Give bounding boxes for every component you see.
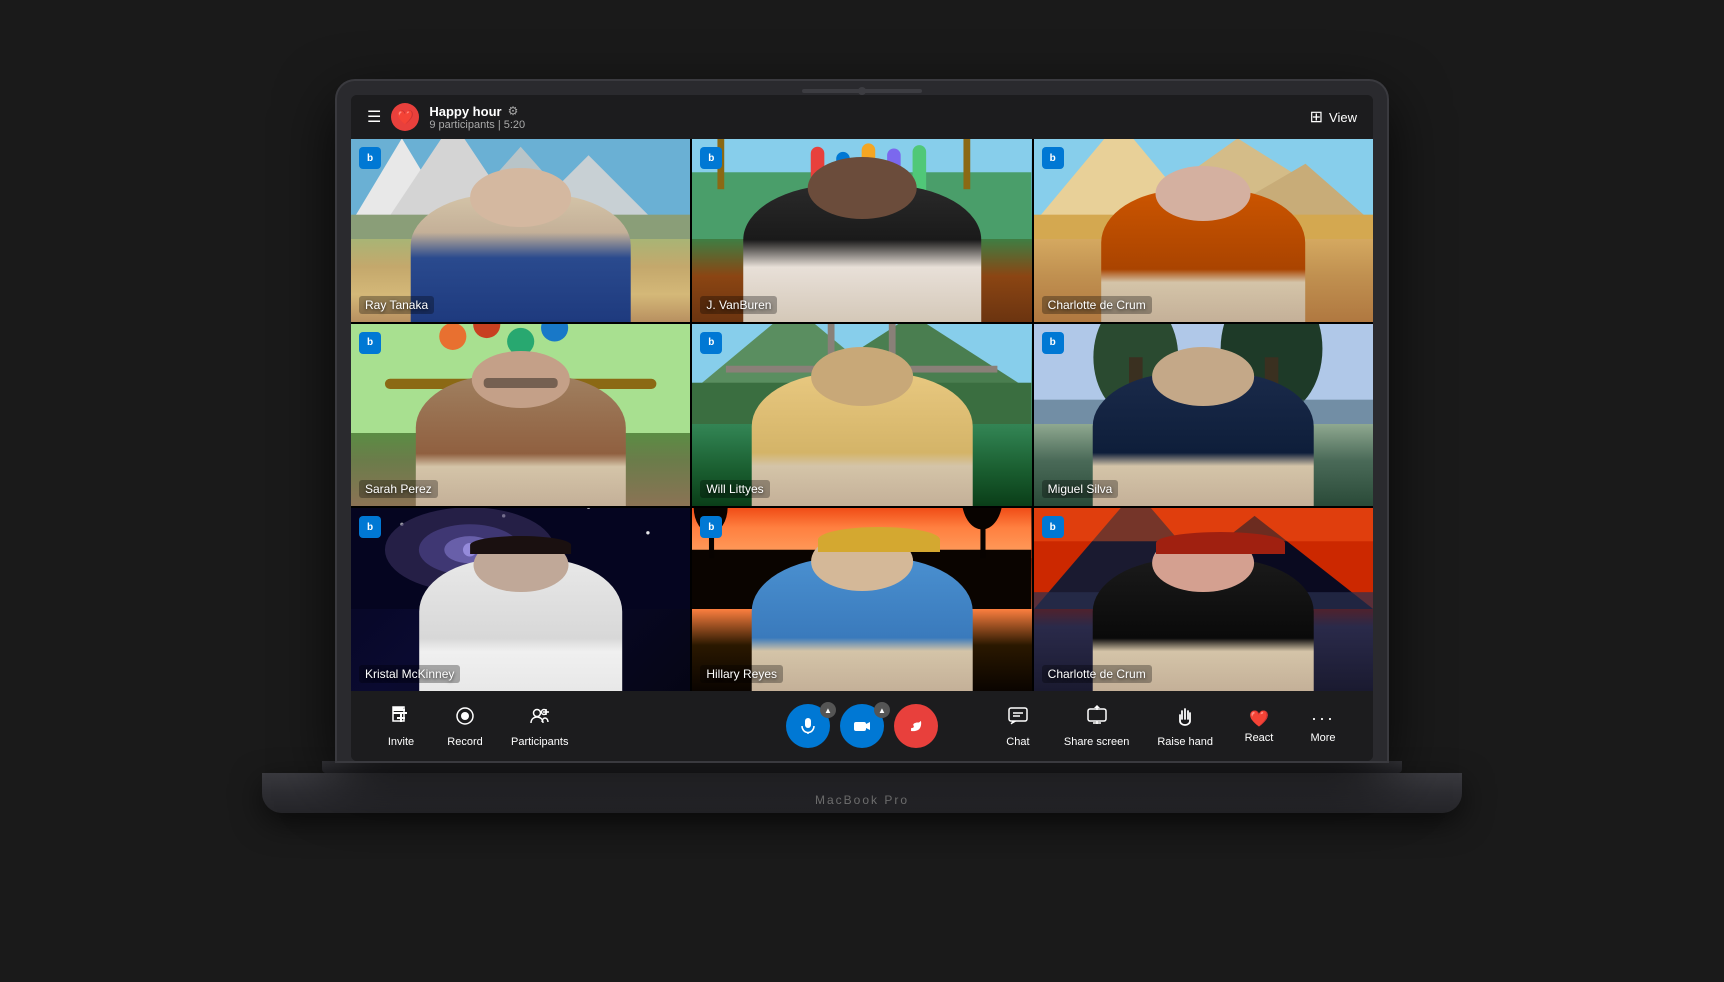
bing-badge-6: b xyxy=(1042,332,1064,354)
video-cell-j-vanburen[interactable]: b J. VanBuren xyxy=(692,139,1031,322)
more-button[interactable]: ··· More xyxy=(1293,702,1353,750)
bing-badge-9: b xyxy=(1042,516,1064,538)
meeting-meta: 9 participants | 5:20 xyxy=(429,119,525,131)
share-screen-label: Share screen xyxy=(1064,736,1129,748)
bing-badge-1: b xyxy=(359,147,381,169)
video-cell-miguel-silva[interactable]: b Miguel Silva xyxy=(1034,324,1373,507)
video-cell-sarah-perez[interactable]: b Sarah Perez xyxy=(351,324,690,507)
camera-chevron[interactable]: ▲ xyxy=(874,702,890,718)
participant-label-3: Charlotte de Crum xyxy=(1042,296,1152,314)
laptop-container: ☰ ❤️ Happy hour ⚙ 9 participants | 5:20 … xyxy=(262,81,1462,901)
meeting-emoji: ❤️ xyxy=(391,103,419,131)
meeting-header: ☰ ❤️ Happy hour ⚙ 9 participants | 5:20 … xyxy=(351,95,1373,139)
participant-label-6: Miguel Silva xyxy=(1042,480,1119,498)
chat-button[interactable]: Chat xyxy=(988,699,1048,754)
record-button[interactable]: Record xyxy=(435,699,495,754)
grid-view-icon: ⊞ xyxy=(1310,107,1323,127)
gear-icon[interactable]: ⚙ xyxy=(508,104,519,118)
share-screen-button[interactable]: Share screen xyxy=(1052,699,1141,754)
react-button[interactable]: ❤️ React xyxy=(1229,703,1289,750)
meeting-title: Happy hour xyxy=(429,104,501,119)
participant-label-4: Sarah Perez xyxy=(359,480,438,498)
video-cell-ray-tanaka[interactable]: b Ray Tanaka xyxy=(351,139,690,322)
invite-icon xyxy=(390,705,412,733)
video-cell-charlotte-2[interactable]: b Charlotte de Crum xyxy=(1034,508,1373,691)
invite-button[interactable]: Invite xyxy=(371,699,431,754)
participant-label-5: Will Littyes xyxy=(700,480,769,498)
bing-badge-5: b xyxy=(700,332,722,354)
chat-label: Chat xyxy=(1006,736,1029,748)
hamburger-icon[interactable]: ☰ xyxy=(367,107,381,127)
participants-button[interactable]: Participants xyxy=(499,699,580,754)
raise-hand-label: Raise hand xyxy=(1157,736,1213,748)
video-cell-kristal-mckinney[interactable]: b Kristal McKinney xyxy=(351,508,690,691)
toolbar-right: Chat Share screen xyxy=(988,699,1353,754)
invite-label: Invite xyxy=(388,736,414,748)
mic-chevron[interactable]: ▲ xyxy=(820,702,836,718)
video-cell-hillary-reyes[interactable]: b Hillary Reyes xyxy=(692,508,1031,691)
toolbar-left: Invite Record xyxy=(371,699,580,754)
participant-label-9: Charlotte de Crum xyxy=(1042,665,1152,683)
trackpad-notch xyxy=(802,89,922,93)
record-label: Record xyxy=(447,736,482,748)
record-icon xyxy=(454,705,476,733)
participant-label-8: Hillary Reyes xyxy=(700,665,783,683)
bing-badge-8: b xyxy=(700,516,722,538)
view-button[interactable]: ⊞ View xyxy=(1310,107,1357,127)
raise-hand-button[interactable]: Raise hand xyxy=(1145,699,1225,754)
bing-badge-7: b xyxy=(359,516,381,538)
participants-label: Participants xyxy=(511,736,568,748)
screen-bezel: ☰ ❤️ Happy hour ⚙ 9 participants | 5:20 … xyxy=(337,81,1387,761)
laptop-base: MacBook Pro xyxy=(262,773,1462,813)
participant-label-1: Ray Tanaka xyxy=(359,296,434,314)
bing-badge-3: b xyxy=(1042,147,1064,169)
participant-label-7: Kristal McKinney xyxy=(359,665,460,683)
screen: ☰ ❤️ Happy hour ⚙ 9 participants | 5:20 … xyxy=(351,95,1373,761)
video-cell-will-littyes[interactable]: b Will Littyes xyxy=(692,324,1031,507)
view-label: View xyxy=(1329,110,1357,125)
header-left: ☰ ❤️ Happy hour ⚙ 9 participants | 5:20 xyxy=(367,103,525,131)
more-icon: ··· xyxy=(1311,708,1335,729)
hangup-button[interactable] xyxy=(894,704,938,748)
laptop-hinge xyxy=(322,761,1402,773)
share-screen-icon xyxy=(1086,705,1108,733)
raise-hand-icon xyxy=(1174,705,1196,733)
video-grid: b Ray Tanaka xyxy=(351,139,1373,691)
more-label: More xyxy=(1310,732,1335,744)
participant-label-2: J. VanBuren xyxy=(700,296,777,314)
meeting-title-row: Happy hour ⚙ xyxy=(429,104,525,119)
video-cell-charlotte-1[interactable]: b Charlotte de Crum xyxy=(1034,139,1373,322)
meeting-info: Happy hour ⚙ 9 participants | 5:20 xyxy=(429,104,525,131)
toolbar-center: ▲ ▲ xyxy=(786,704,938,748)
chat-icon xyxy=(1007,705,1029,733)
bing-badge-4: b xyxy=(359,332,381,354)
react-label: React xyxy=(1245,732,1274,744)
toolbar: Invite Record xyxy=(351,691,1373,761)
macbook-label: MacBook Pro xyxy=(815,793,909,807)
bing-badge-2: b xyxy=(700,147,722,169)
participants-icon xyxy=(529,705,551,733)
react-icon: ❤️ xyxy=(1249,709,1269,729)
